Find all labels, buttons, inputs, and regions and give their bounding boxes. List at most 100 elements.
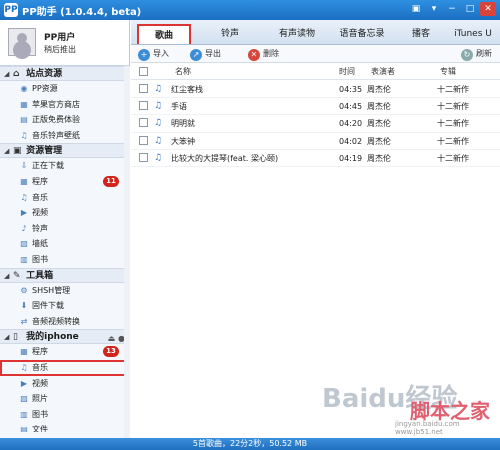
tab-podcasts[interactable]: 播客 <box>399 24 443 44</box>
avatar[interactable] <box>8 28 36 56</box>
user-panel: PP用户 稍后推出 <box>0 20 129 66</box>
sidebar-item-ringtones[interactable]: ♪ 铃声 <box>0 221 129 237</box>
music-icon: ♫ <box>20 130 28 140</box>
sidebar-item-converter[interactable]: ⇄ 音频视频转换 <box>0 314 129 330</box>
collapse-triangle-icon[interactable]: ◢ <box>4 330 13 345</box>
convert-icon: ⇄ <box>20 316 28 326</box>
song-time: 04:19 <box>339 153 363 163</box>
file-icon: ▤ <box>20 425 28 433</box>
section-my-iphone[interactable]: ◢ ▯ 我的iphone ⏏ ● <box>0 329 129 345</box>
tab-voice-memos[interactable]: 语音备忘录 <box>329 24 395 44</box>
tab-audiobooks[interactable]: 有声读物 <box>267 24 327 44</box>
table-row[interactable]: ♫ 明明就 04:20 周杰伦 十二新作 <box>131 115 500 133</box>
tab-songs[interactable]: 歌曲 <box>137 24 191 44</box>
select-all-checkbox[interactable] <box>139 67 148 76</box>
book-icon: ▥ <box>20 254 28 264</box>
table-row[interactable]: ♫ 红尘客栈 04:35 周杰伦 十二新作 <box>131 81 500 99</box>
delete-button[interactable]: ✕ 删除 <box>248 47 279 61</box>
music-icon: ♫ <box>20 192 28 202</box>
sidebar-item-apps[interactable]: ▦ 程序 11 <box>0 174 129 190</box>
row-checkbox[interactable] <box>139 118 148 128</box>
col-time-header[interactable]: 时间 <box>339 64 355 80</box>
collapse-triangle-icon[interactable]: ◢ <box>4 269 13 284</box>
row-checkbox[interactable] <box>139 84 148 93</box>
minimize-icon[interactable]: − <box>444 2 460 16</box>
table-row[interactable]: ♫ 比较大的大提琴(feat. 梁心颐) 04:19 周杰伦 十二新作 <box>131 150 500 167</box>
sidebar-item-label: 墙纸 <box>32 239 48 249</box>
sidebar-item-apple-store[interactable]: ▦ 苹果官方商店 <box>0 97 129 113</box>
section-site-resources[interactable]: ◢ ⌂ 站点资源 <box>0 66 129 81</box>
tab-itunes-u[interactable]: iTunes U <box>447 24 499 44</box>
sidebar-item-wallpaper[interactable]: ▧ 墙纸 <box>0 236 129 252</box>
sidebar-item-video[interactable]: ▶ 视频 <box>0 205 129 221</box>
col-album-header[interactable]: 专辑 <box>440 64 456 80</box>
sidebar-item-firmware[interactable]: ⬇ 固件下载 <box>0 298 129 314</box>
table-row[interactable]: ♫ 手语 04:45 周杰伦 十二新作 <box>131 98 500 116</box>
sidebar-item-free-trial[interactable]: ▤ 正版免费体验 <box>0 112 129 128</box>
sidebar-item-label: 固件下载 <box>32 301 64 311</box>
sidebar-item-device-photos[interactable]: ▨ 照片 <box>0 391 129 407</box>
sidebar-item-label: 图书 <box>32 254 48 264</box>
music-note-icon: ♫ <box>154 135 163 146</box>
refresh-label: 刷新 <box>476 49 492 58</box>
collapse-triangle-icon[interactable]: ◢ <box>4 67 13 82</box>
delete-label: 删除 <box>263 49 279 58</box>
sidebar-item-label: 音乐 <box>32 362 48 372</box>
row-checkbox[interactable] <box>139 135 148 145</box>
song-artist: 周杰伦 <box>367 85 391 94</box>
song-time: 04:20 <box>339 119 363 129</box>
row-checkbox[interactable] <box>139 101 148 111</box>
bell-icon: ♪ <box>21 223 27 233</box>
logout-link[interactable]: 稍后推出 <box>44 44 76 55</box>
sidebar-item-device-books[interactable]: ▥ 图书 <box>0 407 129 423</box>
section-title: 站点资源 <box>26 69 63 79</box>
song-time: 04:45 <box>339 102 363 112</box>
song-name: 红尘客栈 <box>171 85 203 94</box>
user-name: PP用户 <box>44 33 76 43</box>
sidebar-item-music-ringtones[interactable]: ♫ 音乐铃声壁纸 <box>0 128 129 144</box>
sidebar-item-music[interactable]: ♫ 音乐 <box>0 190 129 206</box>
refresh-icon: ↻ <box>461 49 473 61</box>
app-icon: ▦ <box>20 176 28 186</box>
music-note-icon: ♫ <box>154 118 163 129</box>
maximize-icon[interactable]: □ <box>462 2 478 16</box>
section-resource-management[interactable]: ◢ ▣ 资源管理 <box>0 143 129 159</box>
collapse-triangle-icon[interactable]: ◢ <box>4 144 13 159</box>
tab-ringtones[interactable]: 铃声 <box>205 24 255 44</box>
import-button[interactable]: + 导入 <box>138 47 169 61</box>
sidebar-item-device-files[interactable]: ▤ 文件 <box>0 422 129 432</box>
col-name-header[interactable]: 名称 <box>175 64 191 80</box>
menu-icon[interactable]: ▾ <box>426 2 442 16</box>
sidebar-item-label: SHSH管理 <box>32 285 71 295</box>
video-icon: ▶ <box>20 208 28 218</box>
skin-icon[interactable]: ▣ <box>408 2 424 16</box>
sidebar-item-label: 苹果官方商店 <box>32 99 80 109</box>
close-icon[interactable]: ✕ <box>480 2 496 16</box>
song-time: 04:35 <box>339 85 363 94</box>
sidebar-item-downloading[interactable]: ⇩ 正在下载 <box>0 158 129 174</box>
row-checkbox[interactable] <box>139 152 148 162</box>
download-icon: ⇩ <box>20 161 28 171</box>
wallpaper-icon: ▧ <box>20 239 28 249</box>
sidebar-item-device-music[interactable]: ♫ 音乐 <box>0 359 129 376</box>
watermark-url: jingyan.baidu.com www.jb51.net <box>395 420 460 436</box>
song-name: 明明就 <box>171 119 195 129</box>
refresh-button[interactable]: ↻ 刷新 <box>461 47 492 61</box>
gift-icon: ▤ <box>20 115 28 125</box>
photo-icon: ▨ <box>20 394 28 404</box>
sidebar-item-shsh[interactable]: ⚙ SHSH管理 <box>0 283 129 299</box>
sidebar-item-label: 文件 <box>32 425 48 433</box>
sidebar-item-device-video[interactable]: ▶ 视频 <box>0 376 129 392</box>
export-button[interactable]: ↗ 导出 <box>190 47 221 61</box>
delete-icon: ✕ <box>248 49 260 61</box>
col-artist-header[interactable]: 表演者 <box>371 64 395 80</box>
count-badge: 11 <box>103 175 119 187</box>
sidebar-item-device-apps[interactable]: ▦ 程序 13 <box>0 344 129 360</box>
section-toolbox[interactable]: ◢ ✎ 工具箱 <box>0 267 129 284</box>
sidebar-item-books[interactable]: ▥ 图书 <box>0 252 129 268</box>
table-row[interactable]: ♫ 大笨钟 04:02 周杰伦 十二新作 <box>131 133 500 150</box>
song-album: 十二新作 <box>437 85 469 94</box>
sidebar-scrollbar[interactable] <box>124 66 130 438</box>
sidebar-item-pp-resources[interactable]: ◉ PP资源 <box>0 81 129 97</box>
song-list: ♫ 红尘客栈 04:35 周杰伦 十二新作 ♫ 手语 04:45 周杰伦 十二新… <box>131 81 500 167</box>
